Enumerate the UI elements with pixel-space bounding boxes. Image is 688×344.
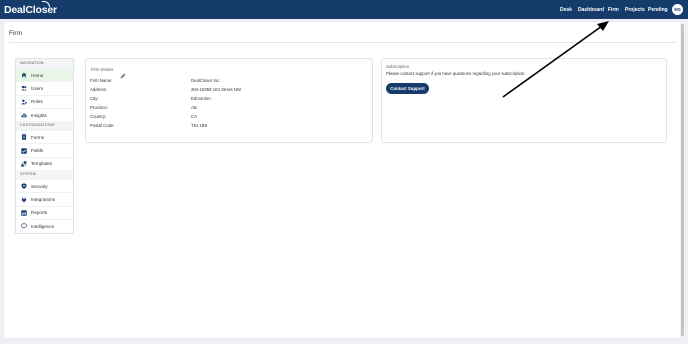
sidebar-item-label: Intelligence xyxy=(31,223,55,229)
address-key: Address: xyxy=(90,87,107,92)
sidebar-item-roles[interactable]: Roles xyxy=(16,94,73,108)
sidebar-item-label: Users xyxy=(31,85,43,91)
sidebar-item-security[interactable]: Security xyxy=(16,179,73,192)
dealcloser-logo[interactable]: DealCloser xyxy=(4,1,57,16)
roles-icon xyxy=(21,99,27,105)
nav-projects[interactable]: Projects xyxy=(625,7,645,13)
sidebar-item-label: Security xyxy=(31,183,48,189)
city-value: Edmonton xyxy=(191,96,211,101)
sidebar-item-label: Forms xyxy=(31,134,45,140)
user-avatar[interactable]: MS xyxy=(672,4,683,15)
subscription-label: Subscription xyxy=(386,64,410,69)
firm-details-label: Firm Details xyxy=(91,67,114,72)
logo-swoosh-icon xyxy=(42,1,50,7)
sidebar-item-label: Home xyxy=(31,72,44,78)
forms-icon xyxy=(21,134,27,141)
sidebar-section-customizations: CUSTOMIZATIONS xyxy=(16,121,73,131)
settings-sidebar: NAVIGATION Home Users Roles Insights CUS… xyxy=(15,58,74,234)
sidebar-item-label: Reports xyxy=(31,210,48,216)
integrations-icon xyxy=(21,196,27,203)
sidebar-item-label: Roles xyxy=(31,99,43,105)
reports-icon xyxy=(21,210,27,216)
nav-pending[interactable]: Pending xyxy=(648,7,668,13)
country-value: CA xyxy=(191,114,197,119)
postal-code-key: Postal Code: xyxy=(90,123,115,128)
sidebar-item-label: Insights xyxy=(31,112,47,118)
address-value: 204-10359 104 Street NW xyxy=(191,87,241,92)
subscription-card: Subscription Please contact support if y… xyxy=(381,58,667,143)
divider xyxy=(9,42,676,43)
insights-icon xyxy=(21,112,27,118)
sidebar-item-forms[interactable]: Forms xyxy=(16,130,73,143)
sidebar-item-intelligence[interactable]: Intelligence xyxy=(16,218,73,232)
firm-details-card: Firm Details Firm Name: DealCloser Inc. … xyxy=(85,58,373,143)
sidebar-item-integrations[interactable]: Integrations xyxy=(16,192,73,205)
edit-pencil-icon[interactable] xyxy=(120,66,126,79)
country-key: Country: xyxy=(90,114,107,119)
fields-icon xyxy=(21,147,27,154)
nav-dashboard[interactable]: Dashboard xyxy=(578,7,604,13)
sidebar-item-label: Templates xyxy=(31,161,52,167)
nav-firm[interactable]: Firm xyxy=(608,7,619,13)
top-bar: DealCloser Desk Dashboard Firm Projects … xyxy=(0,0,688,19)
sidebar-item-label: Integrations xyxy=(31,197,56,203)
page-title: Firm xyxy=(9,30,22,37)
intelligence-icon xyxy=(21,223,27,229)
nav-desk[interactable]: Desk xyxy=(560,7,572,13)
scrollbar[interactable] xyxy=(680,22,684,338)
subscription-text: Please contact support if you have quest… xyxy=(386,71,526,76)
sidebar-item-users[interactable]: Users xyxy=(16,81,73,94)
sidebar-section-system: SYSTEM xyxy=(16,170,73,180)
scrollbar-thumb[interactable] xyxy=(680,24,684,336)
sidebar-item-templates[interactable]: Templates xyxy=(16,156,73,170)
sidebar-item-home[interactable]: Home xyxy=(16,68,73,82)
city-key: City: xyxy=(90,96,99,101)
main-panel: Firm NAVIGATION Home Users Roles Insight… xyxy=(4,22,681,338)
sidebar-item-insights[interactable]: Insights xyxy=(16,107,73,121)
province-key: Province: xyxy=(90,105,108,110)
firm-name-value: DealCloser Inc. xyxy=(191,78,221,83)
security-icon xyxy=(21,183,27,189)
sidebar-item-fields[interactable]: Fields xyxy=(16,143,73,156)
postal-code-value: T5J 1B9 xyxy=(191,123,208,128)
templates-icon xyxy=(21,161,27,167)
firm-name-key: Firm Name: xyxy=(90,78,113,83)
province-value: AB xyxy=(191,105,197,110)
users-icon xyxy=(21,85,27,91)
home-icon xyxy=(21,72,27,78)
sidebar-section-navigation: NAVIGATION xyxy=(16,59,73,68)
sidebar-item-reports[interactable]: Reports xyxy=(16,205,73,219)
sidebar-item-label: Fields xyxy=(31,148,44,154)
contact-support-button[interactable]: Contact Support xyxy=(386,83,429,94)
